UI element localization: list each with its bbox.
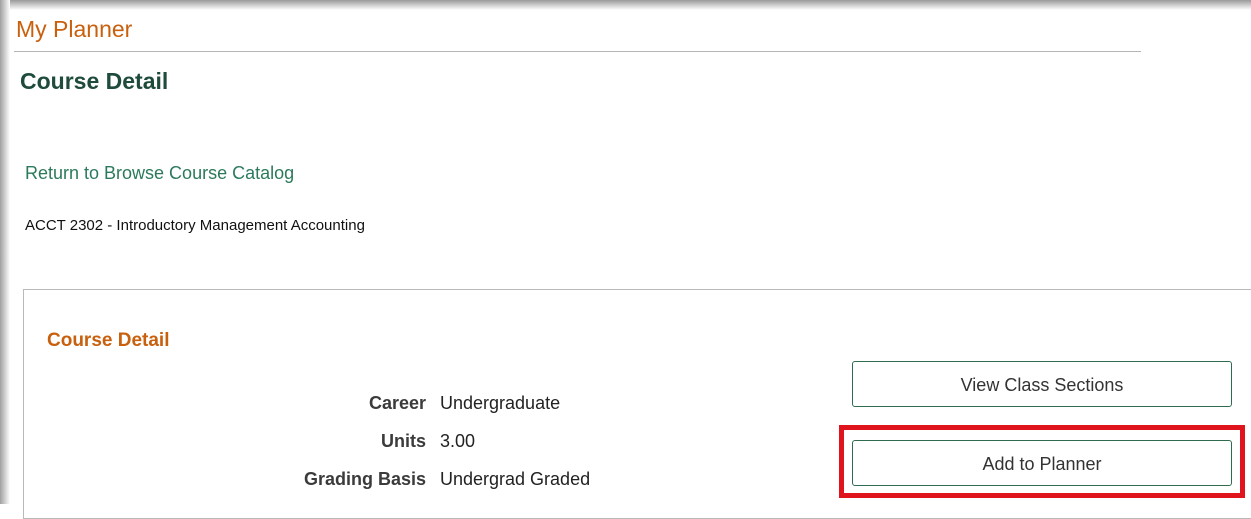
field-label: Career <box>368 393 426 413</box>
window-shadow-top <box>0 0 1251 10</box>
header-divider <box>14 51 1141 52</box>
field-value: Undergrad Graded <box>440 469 591 489</box>
view-class-sections-button[interactable]: View Class Sections <box>852 361 1232 407</box>
page-title: Course Detail <box>20 68 169 94</box>
return-to-catalog-link[interactable]: Return to Browse Course Catalog <box>25 164 294 182</box>
field-value: 3.00 <box>440 431 476 451</box>
field-label: Grading Basis <box>303 469 426 489</box>
field-label: Units <box>381 431 426 451</box>
course-name: ACCT 2302 - Introductory Management Acco… <box>25 217 365 234</box>
add-to-planner-button[interactable]: Add to Planner <box>852 440 1232 486</box>
section-heading: Course Detail <box>47 330 170 351</box>
planner-header-title: My Planner <box>16 16 133 42</box>
field-value: Undergraduate <box>440 393 561 413</box>
window-shadow-left <box>0 0 10 504</box>
